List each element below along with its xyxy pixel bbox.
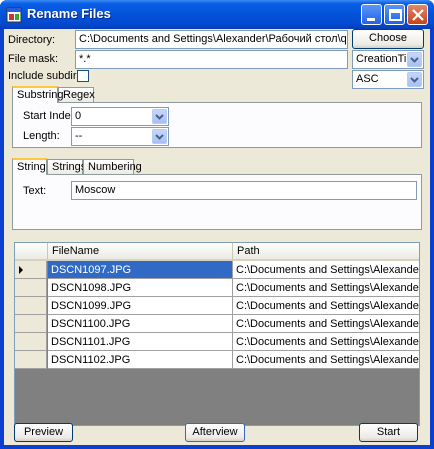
- choose-button[interactable]: Choose: [352, 29, 424, 49]
- length-label: Length:: [23, 130, 60, 142]
- length-value: --: [75, 130, 83, 142]
- tab-string[interactable]: String: [12, 158, 47, 175]
- cell-filename[interactable]: DSCN1098.JPG: [48, 279, 233, 297]
- grid-corner-header: [15, 243, 48, 261]
- directory-label: Directory:: [8, 34, 56, 46]
- cell-filename[interactable]: DSCN1097.JPG: [48, 261, 233, 279]
- afterview-button[interactable]: Afterview: [185, 423, 245, 442]
- start-button[interactable]: Start: [359, 423, 418, 442]
- cell-path[interactable]: C:\Documents and Settings\Alexander\Рабо…: [233, 315, 419, 333]
- substring-tab-page: Start Index: 0 Length: --: [12, 102, 422, 148]
- chevron-down-icon: [152, 129, 167, 144]
- chevron-down-icon: [152, 109, 167, 124]
- column-header-filename[interactable]: FileName: [48, 243, 233, 261]
- substring-tabstrip: Substring Regex: [12, 86, 212, 103]
- chevron-down-icon: [407, 72, 422, 87]
- sort-field-select[interactable]: CreationTime: [352, 50, 424, 69]
- row-header[interactable]: [15, 261, 47, 279]
- string-tab-page: Text: Moscow: [12, 174, 422, 230]
- text-label: Text:: [23, 185, 47, 197]
- minimize-icon: [367, 18, 375, 21]
- sort-order-select[interactable]: ASC: [352, 70, 424, 89]
- cell-path[interactable]: C:\Documents and Settings\Alexander\Рабо…: [233, 261, 419, 279]
- app-icon: [6, 7, 22, 23]
- cell-filename[interactable]: DSCN1101.JPG: [48, 333, 233, 351]
- row-header[interactable]: [15, 333, 47, 351]
- chevron-down-icon: [407, 52, 422, 67]
- row-header[interactable]: [15, 297, 47, 315]
- cell-filename[interactable]: DSCN1102.JPG: [48, 351, 233, 369]
- tab-substring[interactable]: Substring: [12, 86, 63, 103]
- tab-regex[interactable]: Regex: [58, 87, 95, 102]
- cell-path[interactable]: C:\Documents and Settings\Alexander\Рабо…: [233, 279, 419, 297]
- text-input[interactable]: Moscow: [71, 181, 417, 200]
- start-index-value: 0: [75, 110, 82, 122]
- close-button[interactable]: [407, 4, 428, 25]
- rename-files-window: Rename Files Directory: C:\Documents and…: [0, 0, 434, 449]
- cell-path[interactable]: C:\Documents and Settings\Alexander\Рабо…: [233, 351, 419, 369]
- current-row-arrow-icon: [19, 266, 23, 274]
- window-title: Rename Files: [27, 6, 111, 21]
- preview-button[interactable]: Preview: [14, 423, 73, 442]
- replacement-tabstrip: String Strings Numbering: [12, 158, 212, 175]
- row-header[interactable]: [15, 279, 47, 297]
- client-area: Directory: C:\Documents and Settings\Ale…: [4, 29, 430, 445]
- tab-numbering[interactable]: Numbering: [83, 159, 142, 174]
- title-bar[interactable]: Rename Files: [0, 0, 434, 29]
- file-mask-label: File mask:: [8, 53, 59, 65]
- directory-input[interactable]: C:\Documents and Settings\Alexander\Рабо…: [75, 30, 348, 49]
- sort-order-value: ASC: [356, 73, 379, 85]
- maximize-button[interactable]: [384, 4, 405, 25]
- start-index-select[interactable]: 0: [71, 107, 169, 126]
- cell-path[interactable]: C:\Documents and Settings\Alexander\Рабо…: [233, 297, 419, 315]
- column-header-path[interactable]: Path: [233, 243, 419, 261]
- minimize-button[interactable]: [361, 4, 382, 25]
- row-header[interactable]: [15, 351, 47, 369]
- cell-filename[interactable]: DSCN1099.JPG: [48, 297, 233, 315]
- cell-filename[interactable]: DSCN1100.JPG: [48, 315, 233, 333]
- maximize-icon: [389, 9, 402, 21]
- cell-path[interactable]: C:\Documents and Settings\Alexander\Рабо…: [233, 333, 419, 351]
- length-select[interactable]: --: [71, 127, 169, 146]
- files-grid[interactable]: FileName Path DSCN1097.JPG C:\Documents …: [14, 242, 420, 426]
- row-header[interactable]: [15, 315, 47, 333]
- include-subdirs-label: Include subdirs:: [8, 70, 86, 82]
- file-mask-input[interactable]: *.*: [75, 50, 348, 69]
- close-icon: [412, 9, 424, 21]
- tab-strings[interactable]: Strings: [47, 159, 86, 174]
- include-subdirs-checkbox[interactable]: [77, 70, 89, 82]
